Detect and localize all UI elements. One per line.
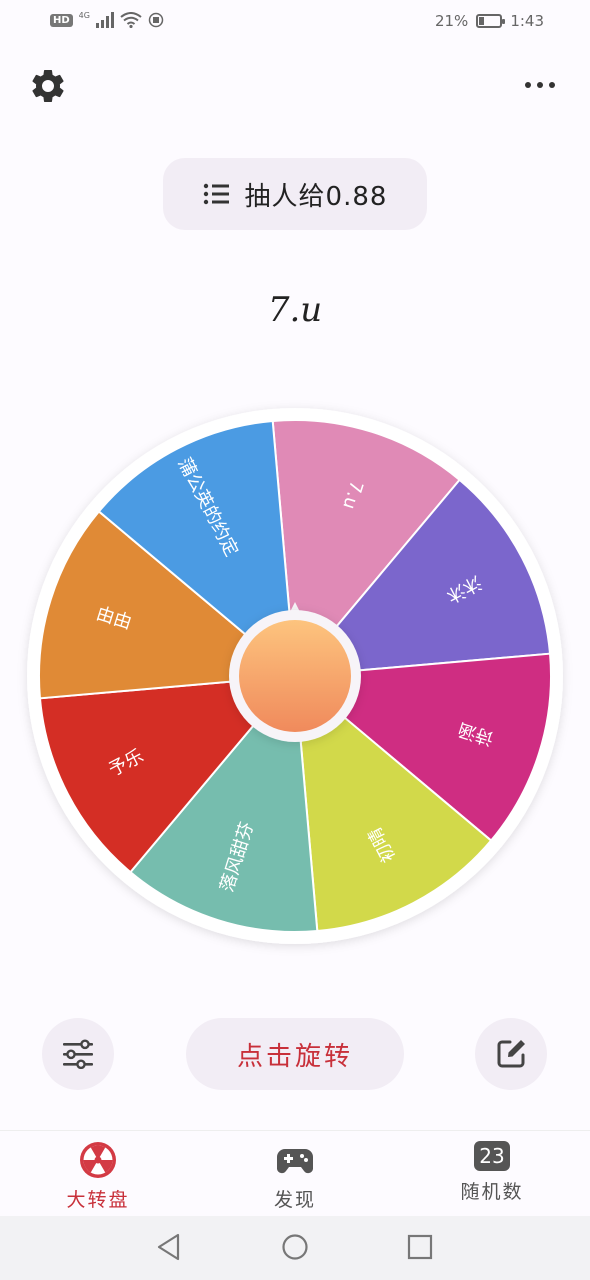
battery-icon — [476, 14, 506, 28]
edit-icon — [497, 1040, 525, 1068]
nav-label-discover: 发现 — [273, 1189, 316, 1211]
wheel-graphic: 7.u沐沐诗涵初晴落风甜芬予乐由由蒲公英的约定 — [27, 408, 563, 944]
list-icon — [203, 183, 229, 205]
spin-button[interactable]: 点击旋转 — [186, 1018, 404, 1090]
bottom-nav: 大转盘 发现 23 随机数 — [0, 1130, 590, 1217]
wheel-selector-button[interactable]: 抽人给0.88 — [163, 158, 427, 230]
record-icon — [148, 12, 164, 28]
number-icon: 23 — [474, 1141, 510, 1171]
more-horizontal-icon — [525, 82, 555, 88]
nav-item-wheel[interactable]: 大转盘 — [33, 1141, 163, 1212]
battery-level — [479, 17, 484, 25]
edit-button[interactable] — [475, 1018, 547, 1090]
recents-icon[interactable] — [407, 1234, 433, 1260]
more-button[interactable] — [520, 70, 560, 104]
nav-label-random-number: 随机数 — [460, 1181, 524, 1203]
nav-label-wheel: 大转盘 — [66, 1189, 130, 1211]
clock: 1:43 — [510, 12, 544, 30]
settings-button[interactable] — [28, 66, 68, 110]
gear-icon — [32, 69, 64, 102]
wifi-icon — [120, 12, 142, 28]
spin-wheel[interactable]: 7.u 沐沐 诗涵 初晴 落风甜芬 予乐 由由 蒲公英的约定 — [0, 380, 590, 980]
sliders-icon — [63, 1039, 93, 1069]
gamepad-icon — [277, 1149, 313, 1174]
battery-percent: 21% — [434, 12, 469, 30]
status-right: 21% 1:43 — [435, 12, 544, 30]
nav-item-random-number[interactable]: 23 随机数 — [427, 1141, 557, 1204]
nav-item-discover[interactable]: 发现 — [230, 1141, 360, 1212]
status-bar: HD 4G 21% 1:43 — [0, 0, 590, 46]
back-icon[interactable] — [155, 1232, 183, 1262]
wheel-hub[interactable] — [239, 620, 351, 732]
signal-icon — [95, 12, 114, 28]
system-nav-bar — [0, 1216, 590, 1280]
wheel-title: 抽人给0.88 — [244, 181, 388, 212]
options-button[interactable] — [42, 1018, 114, 1090]
status-left: HD 4G — [50, 10, 164, 28]
hd-badge: HD — [50, 13, 73, 27]
wheel-icon — [80, 1142, 116, 1178]
current-result: 7.u — [267, 290, 323, 330]
home-icon[interactable] — [281, 1233, 309, 1261]
network-type: 4G — [78, 10, 90, 20]
